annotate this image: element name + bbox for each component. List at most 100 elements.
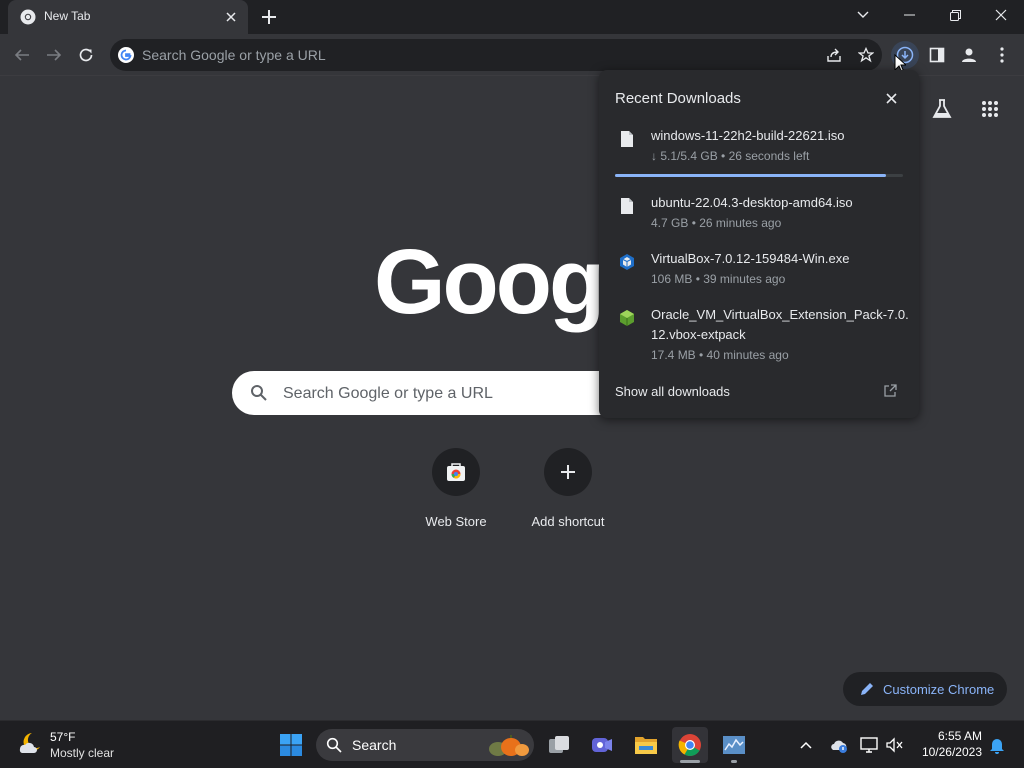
back-arrow-icon (14, 49, 29, 61)
download-item[interactable]: Oracle_VM_VirtualBox_Extension_Pack-7.0.… (599, 305, 919, 367)
chrome-menu-button[interactable] (988, 41, 1016, 69)
google-apps-button[interactable] (974, 93, 1006, 125)
profile-icon (962, 48, 976, 62)
stock-app-button[interactable] (716, 727, 752, 763)
download-status: 17.4 MB • 40 minutes ago (651, 348, 789, 362)
side-panel-icon (929, 47, 945, 63)
customize-chrome-label: Customize Chrome (883, 682, 995, 697)
plus-icon (262, 10, 276, 24)
tab-search-button[interactable] (840, 0, 886, 30)
weather-temperature: 57°F (50, 730, 76, 744)
new-tab-button[interactable] (256, 5, 282, 29)
show-hidden-icons-button[interactable] (796, 735, 816, 755)
customize-chrome-button[interactable]: Customize Chrome (843, 672, 1007, 706)
download-item[interactable]: VirtualBox-7.0.12-159484-Win.exe 106 MB … (599, 249, 919, 291)
windows-taskbar: 57°F Mostly clear Search 6:55 AM 10/26/2… (0, 720, 1024, 768)
taskbar-clock-date[interactable]: 10/26/2023 (916, 745, 982, 759)
shortcut-web-store[interactable]: Web Store (400, 448, 512, 544)
download-item[interactable]: windows-11-22h2-build-22621.iso ↓ 5.1/5.… (599, 126, 919, 180)
chevron-down-icon (857, 11, 869, 18)
download-status: 4.7 GB • 26 minutes ago (651, 216, 782, 230)
plus-icon (561, 465, 575, 479)
onedrive-tray[interactable] (829, 735, 849, 755)
download-filename: VirtualBox-7.0.12-159484-Win.exe (651, 251, 850, 266)
task-view-icon (549, 736, 569, 753)
close-window-button[interactable] (978, 0, 1024, 30)
close-icon[interactable] (222, 8, 240, 26)
download-filename: windows-11-22h2-build-22621.iso (651, 128, 845, 143)
moon-cloud-icon (19, 733, 40, 753)
show-all-downloads-link[interactable]: Show all downloads (615, 384, 730, 399)
forward-arrow-icon (47, 49, 62, 61)
notifications-button[interactable] (987, 735, 1007, 755)
omnibox-placeholder: Search Google or type a URL (142, 47, 326, 63)
restore-icon (949, 9, 961, 21)
teams-icon (592, 738, 612, 752)
chevron-up-icon (800, 741, 812, 749)
pumpkin-highlight-icon (489, 735, 529, 756)
shortcut-add[interactable]: Add shortcut (512, 448, 624, 544)
reload-icon (79, 48, 93, 62)
pencil-icon (861, 683, 873, 695)
start-button[interactable] (273, 727, 309, 763)
download-status: ↓ 5.1/5.4 GB • 26 seconds left (651, 149, 810, 163)
tab-new-tab[interactable]: New Tab (8, 0, 248, 34)
omnibox[interactable]: Search Google or type a URL (110, 39, 882, 71)
open-external-icon[interactable] (883, 384, 897, 398)
profile-button[interactable] (955, 41, 983, 69)
share-icon (827, 48, 841, 62)
restore-button[interactable] (932, 0, 978, 30)
task-view-button[interactable] (541, 727, 577, 763)
bookmark-button[interactable] (852, 41, 880, 69)
ntp-search-placeholder: Search Google or type a URL (283, 385, 493, 402)
volume-mute-icon (886, 737, 903, 753)
taskbar-clock-time[interactable]: 6:55 AM (916, 729, 982, 743)
google-g-icon (118, 47, 134, 63)
back-button[interactable] (8, 41, 36, 69)
tab-title: New Tab (44, 9, 91, 23)
file-explorer-icon (635, 737, 657, 754)
title-bar: New Tab (0, 0, 1024, 34)
stock-app-running-indicator (731, 760, 737, 763)
teams-button[interactable] (584, 727, 620, 763)
virtualbox-icon (620, 254, 634, 270)
onedrive-icon (831, 740, 847, 753)
weather-description: Mostly clear (50, 746, 115, 760)
star-icon (858, 47, 874, 63)
network-tray[interactable] (859, 735, 879, 755)
chrome-active-indicator (680, 760, 700, 763)
search-icon (326, 737, 342, 753)
minimize-button[interactable] (886, 0, 932, 30)
share-button[interactable] (820, 41, 848, 69)
minimize-icon (903, 14, 915, 16)
flask-icon (932, 99, 952, 118)
downloads-title: Recent Downloads (615, 90, 741, 107)
windows-start-icon (280, 734, 302, 756)
download-item[interactable]: ubuntu-22.04.3-desktop-amd64.iso 4.7 GB … (599, 193, 919, 235)
download-status: 106 MB • 39 minutes ago (651, 272, 786, 286)
file-icon (621, 131, 633, 147)
downloads-bubble: Recent Downloads windows-11-22h2-build-2… (599, 70, 919, 418)
shortcut-tile (544, 448, 592, 496)
network-icon (860, 737, 878, 753)
web-store-icon (447, 463, 465, 481)
chrome-labs-button[interactable] (926, 93, 958, 125)
stock-chart-app-icon (723, 736, 745, 754)
downloads-close-button[interactable] (881, 88, 901, 108)
bell-icon (990, 739, 1004, 754)
volume-tray[interactable] (885, 735, 905, 755)
side-panel-button[interactable] (923, 41, 951, 69)
forward-button[interactable] (40, 41, 68, 69)
taskbar-search[interactable]: Search (316, 729, 534, 761)
close-icon (885, 92, 897, 104)
file-explorer-button[interactable] (628, 727, 664, 763)
download-filename: Oracle_VM_VirtualBox_Extension_Pack-7.0.… (651, 307, 909, 342)
reload-button[interactable] (72, 41, 100, 69)
shortcut-label: Web Store (425, 514, 487, 529)
apps-grid-icon (982, 101, 998, 117)
chrome-icon (20, 9, 36, 25)
file-icon (621, 198, 633, 214)
download-filename: ubuntu-22.04.3-desktop-amd64.iso (651, 195, 853, 210)
download-progress-fill (615, 174, 886, 177)
chrome-taskbar-button[interactable] (672, 727, 708, 763)
